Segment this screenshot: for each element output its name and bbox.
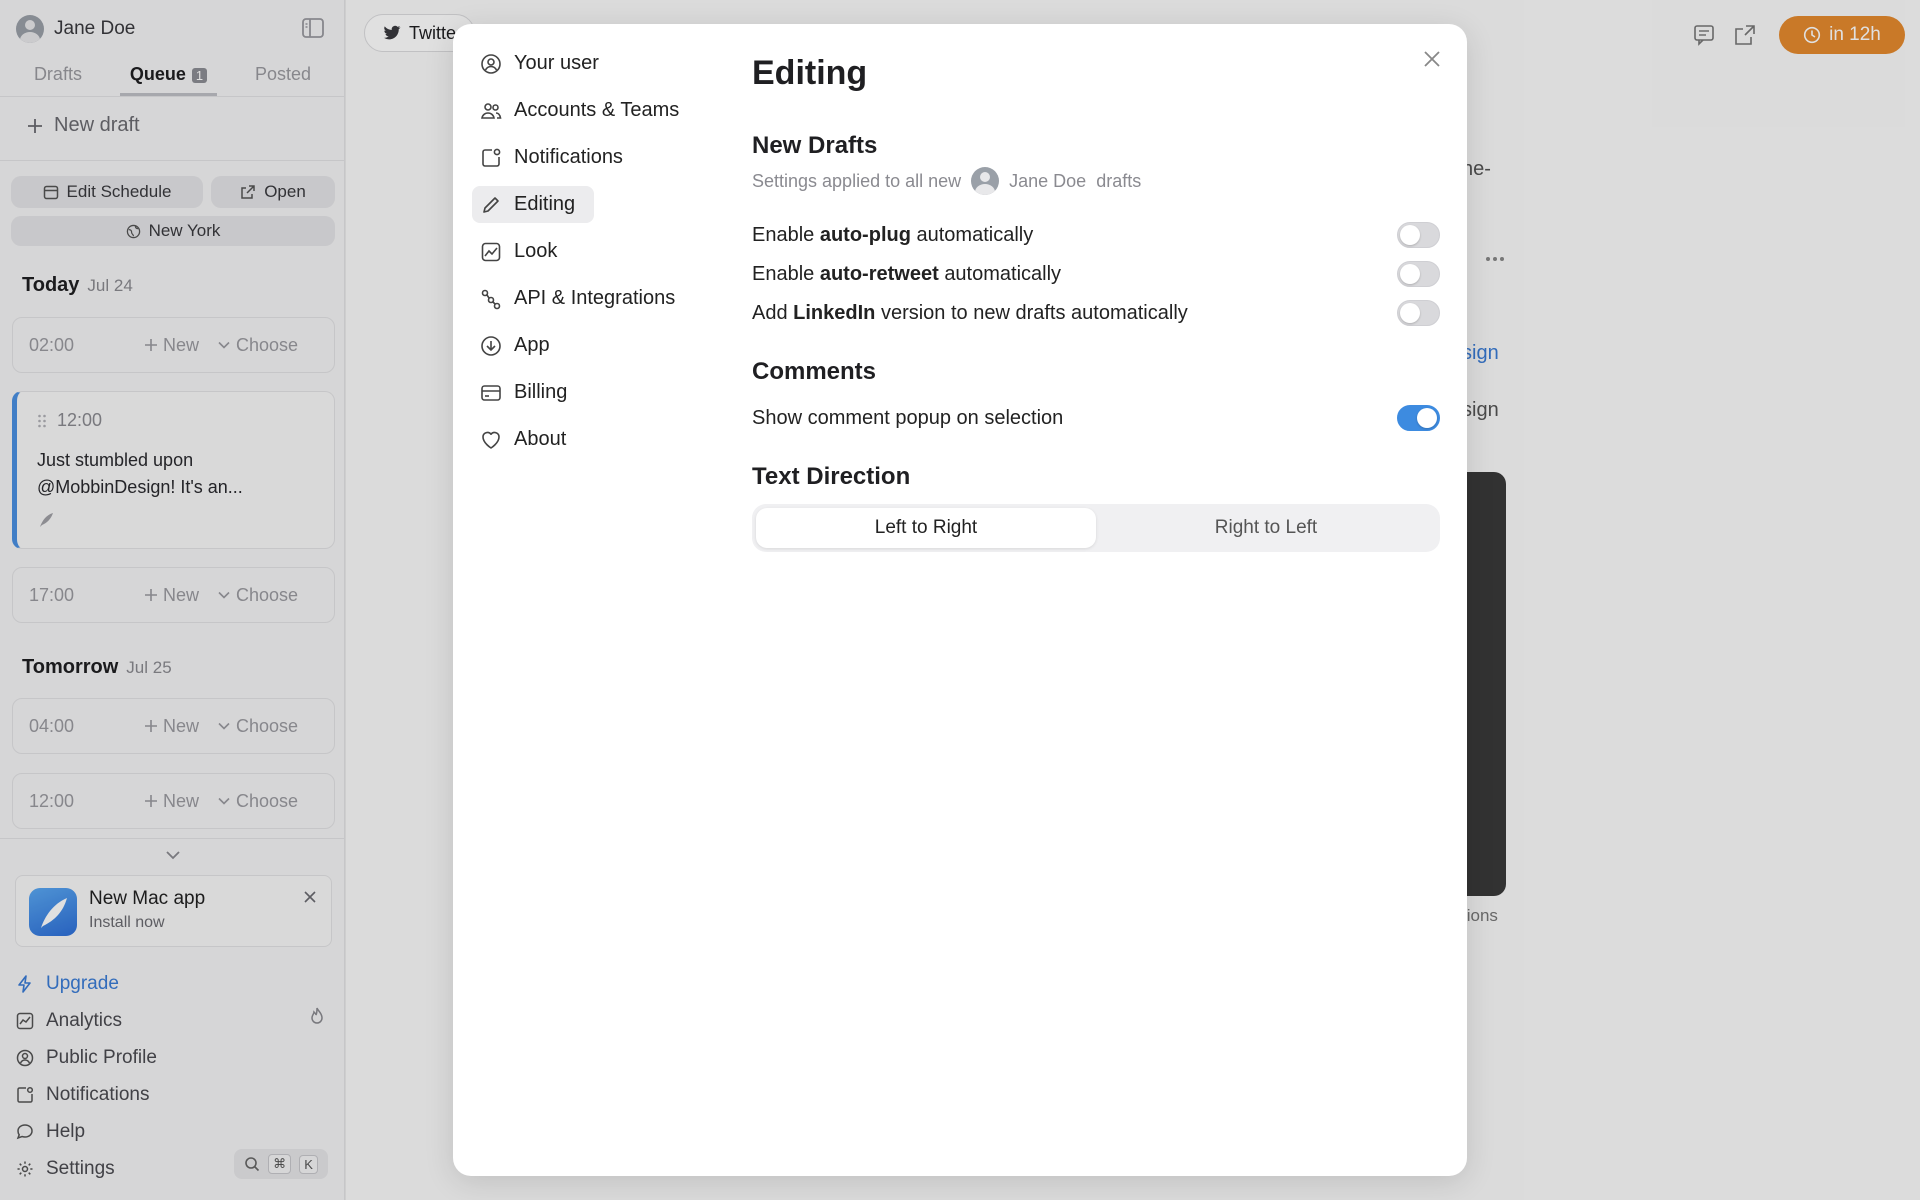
settings-nav-label: About	[514, 428, 567, 450]
setting-label: Enable auto-plug automatically	[752, 224, 1033, 247]
setting-label: Show comment popup on selection	[752, 406, 1064, 429]
section-heading-new-drafts: New Drafts	[752, 132, 878, 159]
users-icon	[481, 102, 502, 119]
text-direction-segmented-control: Left to Right Right to Left	[752, 504, 1440, 552]
section-heading-comments: Comments	[752, 358, 877, 385]
settings-nav: Your user Accounts & Teams Notifications…	[472, 45, 717, 468]
settings-nav-accounts-teams[interactable]: Accounts & Teams	[472, 92, 717, 129]
label-bold: LinkedIn	[793, 301, 876, 324]
settings-nav-app[interactable]: App	[472, 327, 717, 364]
settings-nav-label: App	[514, 334, 550, 356]
setting-label: Enable auto-retweet automatically	[752, 263, 1061, 286]
settings-nav-billing[interactable]: Billing	[472, 374, 717, 411]
close-icon[interactable]	[1417, 44, 1447, 74]
settings-nav-about[interactable]: About	[472, 421, 717, 458]
setting-label: Add LinkedIn version to new drafts autom…	[752, 302, 1188, 325]
settings-nav-look[interactable]: Look	[472, 233, 717, 270]
settings-nav-api-integrations[interactable]: API & Integrations	[472, 280, 717, 317]
settings-nav-label: Your user	[514, 52, 599, 74]
settings-nav-label: Look	[514, 240, 558, 262]
subtitle-suffix: drafts	[1096, 170, 1142, 191]
settings-modal: Your user Accounts & Teams Notifications…	[453, 24, 1467, 1176]
pencil-icon	[483, 196, 499, 213]
auto-retweet-toggle[interactable]	[1397, 261, 1440, 287]
integrations-icon	[481, 289, 501, 309]
label-bold: auto-retweet	[819, 262, 939, 285]
settings-nav-label: Notifications	[514, 146, 623, 168]
auto-plug-toggle[interactable]	[1397, 222, 1440, 248]
segment-right-to-left[interactable]: Right to Left	[1096, 508, 1436, 548]
notification-icon	[482, 148, 501, 167]
label-part: version to new drafts automatically	[880, 301, 1188, 324]
subtitle-user: Jane Doe	[1009, 170, 1087, 191]
settings-nav-notifications[interactable]: Notifications	[472, 139, 717, 176]
label-bold: auto-plug	[819, 223, 911, 246]
heart-icon	[482, 431, 500, 449]
new-drafts-subtitle: Settings applied to all new Jane Doe dra…	[752, 167, 1141, 195]
image-chart-icon	[481, 242, 501, 261]
linkedin-toggle[interactable]	[1397, 300, 1440, 326]
segment-left-to-right[interactable]: Left to Right	[756, 508, 1096, 548]
settings-nav-your-user[interactable]: Your user	[472, 45, 717, 82]
settings-nav-label: Accounts & Teams	[514, 99, 680, 121]
setting-linkedin: Add LinkedIn version to new drafts autom…	[752, 294, 1440, 332]
label-part: Add	[752, 301, 788, 324]
label-part: Enable	[752, 223, 815, 246]
user-circle-icon	[481, 53, 501, 74]
credit-card-icon	[481, 384, 501, 401]
comment-popup-toggle[interactable]	[1397, 405, 1440, 431]
settings-nav-label: API & Integrations	[514, 287, 676, 309]
setting-auto-retweet: Enable auto-retweet automatically	[752, 255, 1440, 293]
download-icon	[481, 335, 501, 356]
label-part: automatically	[944, 262, 1062, 285]
page-title: Editing	[752, 54, 868, 92]
section-heading-text-direction: Text Direction	[752, 463, 911, 490]
settings-nav-label: Editing	[514, 193, 576, 215]
label-part: automatically	[916, 223, 1034, 246]
setting-auto-plug: Enable auto-plug automatically	[752, 216, 1440, 254]
label-part: Enable	[752, 262, 815, 285]
subtitle-prefix: Settings applied to all new	[752, 170, 962, 191]
settings-nav-editing[interactable]: Editing	[472, 186, 594, 223]
avatar	[971, 167, 1000, 195]
setting-comment-popup: Show comment popup on selection	[752, 399, 1440, 437]
settings-nav-label: Billing	[514, 381, 568, 403]
